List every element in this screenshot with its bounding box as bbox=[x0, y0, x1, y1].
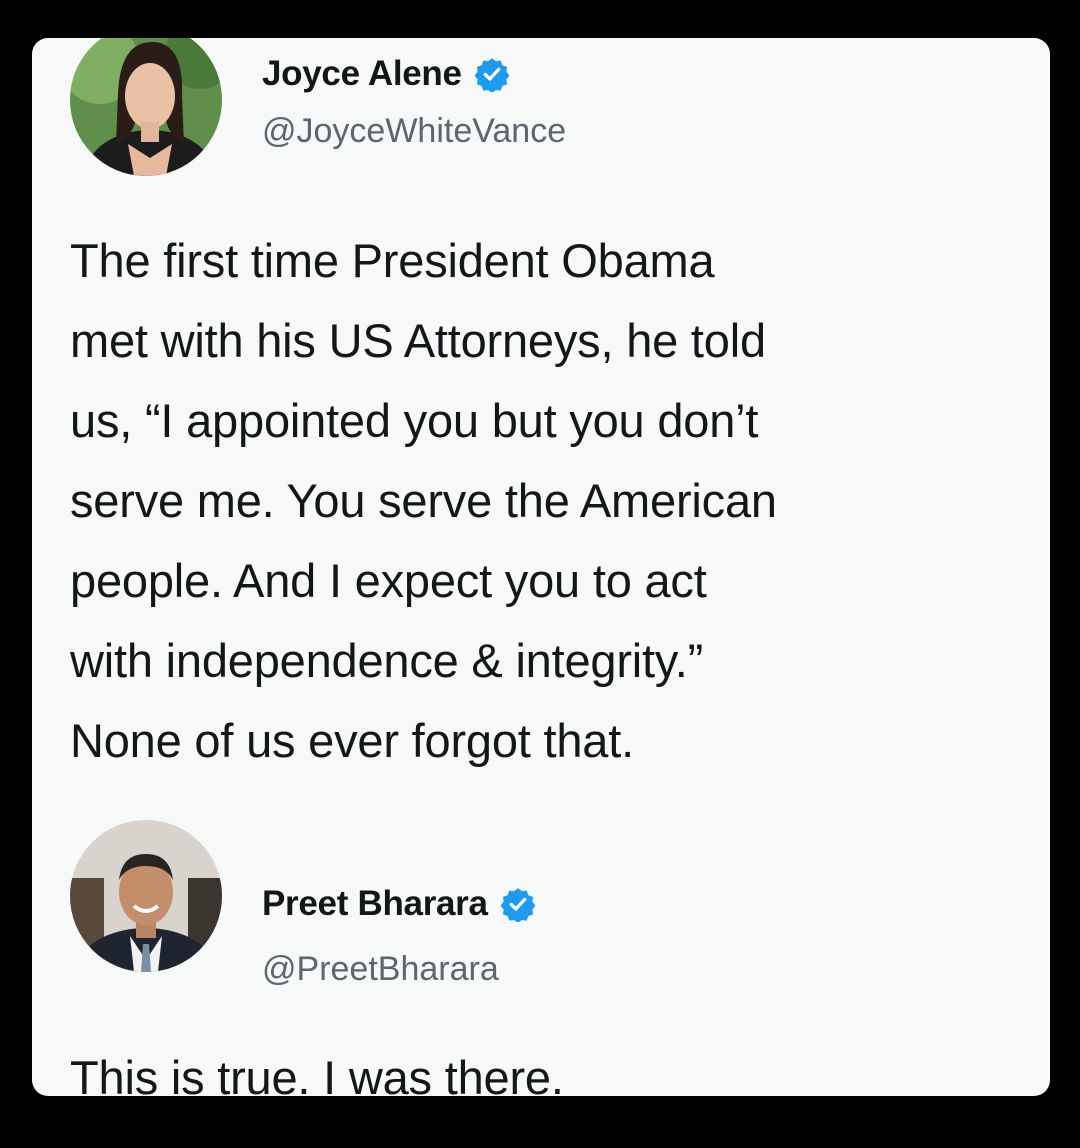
tweet-body-line: people. And I expect you to act bbox=[70, 554, 707, 607]
tweet-body-line: This is true. I was there. bbox=[70, 1051, 564, 1096]
tweet-body-line: met with his US Attorneys, he told bbox=[70, 314, 766, 367]
tweet-body-line: with independence & integrity.” bbox=[70, 634, 704, 687]
tweet-body-line: serve me. You serve the American bbox=[70, 474, 777, 527]
tweet-body-line: us, “I appointed you but you don’t bbox=[70, 394, 759, 447]
verified-badge-icon bbox=[474, 58, 510, 92]
name-row: Preet Bharara bbox=[262, 882, 536, 926]
woman-portrait-icon bbox=[70, 38, 222, 176]
display-name[interactable]: Preet Bharara bbox=[262, 882, 488, 926]
man-portrait-icon bbox=[70, 820, 222, 972]
tweet-body-line: The first time President Obama bbox=[70, 234, 715, 287]
avatar[interactable] bbox=[70, 38, 222, 176]
handle[interactable]: @PreetBharara bbox=[262, 948, 499, 990]
handle[interactable]: @JoyceWhiteVance bbox=[262, 110, 566, 152]
avatar[interactable] bbox=[70, 820, 222, 972]
tweet-body: This is true. I was there. bbox=[70, 1038, 1045, 1096]
tweet-body-line: None of us ever forgot that. bbox=[70, 714, 634, 767]
screenshot-card: Joyce Alene @JoyceWhiteVance The first t… bbox=[32, 38, 1050, 1096]
display-name[interactable]: Joyce Alene bbox=[262, 52, 462, 96]
name-row: Joyce Alene bbox=[262, 52, 510, 96]
verified-badge-icon bbox=[500, 888, 536, 922]
tweet-body: The first time President Obama met with … bbox=[70, 221, 1045, 781]
